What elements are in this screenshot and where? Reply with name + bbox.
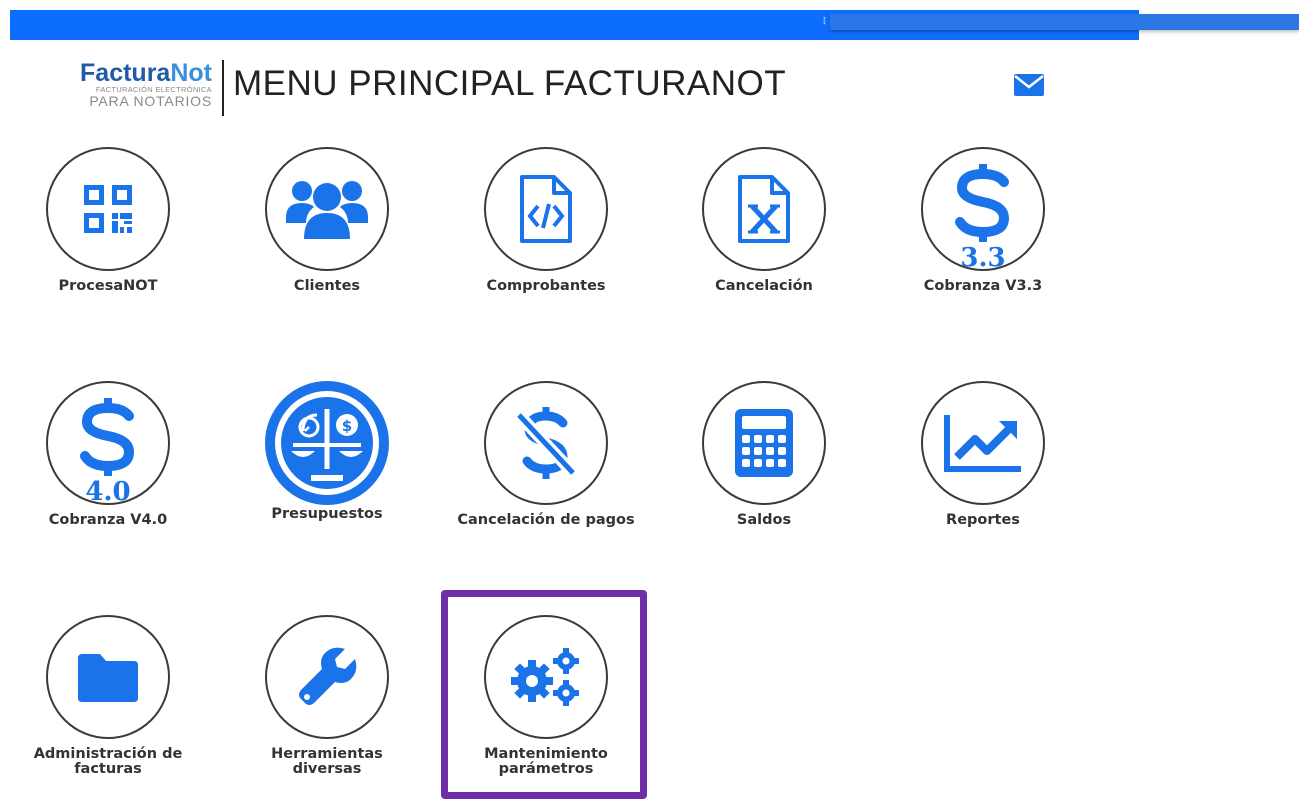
menu-item-label: Clientes	[293, 278, 361, 294]
version-badge: 4.0	[85, 477, 131, 507]
menu-item-circle	[484, 381, 608, 505]
menu-item-label: Administración de facturas	[33, 746, 183, 777]
menu-item-label: Cancelación de pagos	[457, 512, 635, 528]
envelope-icon[interactable]	[1014, 74, 1044, 96]
menu-item-herramientas-diversas[interactable]: Herramientas diversas	[232, 615, 422, 777]
menu-item-label: Saldos	[736, 512, 792, 528]
menu-item-circle	[265, 615, 389, 739]
svg-text:$: $	[342, 417, 352, 435]
menu-item-label: ProcesaNOT	[58, 278, 158, 294]
folder-icon	[78, 654, 138, 702]
menu-item-label: Cancelación	[715, 278, 813, 294]
menu-item-circle	[46, 615, 170, 739]
menu-item-procesanot[interactable]: ProcesaNOT	[13, 147, 203, 294]
menu-item-label: Reportes	[946, 512, 1020, 528]
menu-item-circle	[265, 147, 389, 271]
menu-item-label: Cobranza V4.0	[48, 512, 168, 528]
balance-scale-icon: $	[275, 391, 379, 495]
qr-code-icon	[84, 185, 132, 233]
brand-name: FacturaNot	[67, 59, 212, 87]
menu-item-circle	[46, 147, 170, 271]
version-badge: 3.3	[960, 243, 1006, 273]
brand-tagline: PARA NOTARIOS	[89, 93, 212, 109]
top-bar-overlay	[830, 14, 1299, 30]
menu-item-circle: $	[265, 381, 389, 505]
menu-item-label: Comprobantes	[486, 278, 606, 294]
menu-item-circle	[702, 381, 826, 505]
menu-item-label: Presupuestos	[271, 506, 383, 522]
menu-item-administracion-facturas[interactable]: Administración de facturas	[13, 615, 203, 777]
menu-item-cancelacion[interactable]: Cancelación	[669, 147, 859, 294]
file-excel-icon	[738, 175, 790, 243]
menu-item-label: Cobranza V3.3	[923, 278, 1043, 294]
menu-item-comprobantes[interactable]: Comprobantes	[451, 147, 641, 294]
menu-item-clientes[interactable]: Clientes	[232, 147, 422, 294]
page-title: MENU PRINCIPAL FACTURANOT	[233, 64, 787, 103]
selection-highlight	[441, 590, 647, 799]
chart-line-icon	[944, 415, 1021, 472]
brand-name-part2: Not	[170, 59, 212, 87]
dollar-slash-icon	[514, 407, 578, 479]
calculator-icon	[735, 409, 793, 477]
menu-item-reportes[interactable]: Reportes	[888, 381, 1078, 528]
menu-item-cobranza-v40[interactable]: 4.0 Cobranza V4.0	[13, 381, 203, 528]
menu-item-label: Herramientas diversas	[271, 746, 383, 777]
users-icon	[286, 181, 368, 239]
menu-item-circle	[484, 147, 608, 271]
menu-item-cobranza-v33[interactable]: 3.3 Cobranza V3.3	[888, 147, 1078, 294]
menu-item-saldos[interactable]: Saldos	[669, 381, 859, 528]
menu-item-cancelacion-pagos[interactable]: Cancelación de pagos	[451, 381, 641, 528]
menu-item-circle	[702, 147, 826, 271]
brand-divider	[222, 60, 224, 116]
file-code-icon	[520, 175, 572, 243]
brand-logo[interactable]: FacturaNot FACTURACIÓN ELECTRÓNICA PARA …	[67, 59, 212, 109]
menu-item-presupuestos[interactable]: $ Presupuestos	[232, 381, 422, 522]
menu-item-circle: 3.3	[921, 147, 1045, 273]
wrench-icon	[299, 647, 357, 705]
menu-item-circle	[921, 381, 1045, 505]
menu-item-circle: 4.0	[46, 381, 170, 507]
brand-name-part1: Factura	[80, 59, 171, 87]
